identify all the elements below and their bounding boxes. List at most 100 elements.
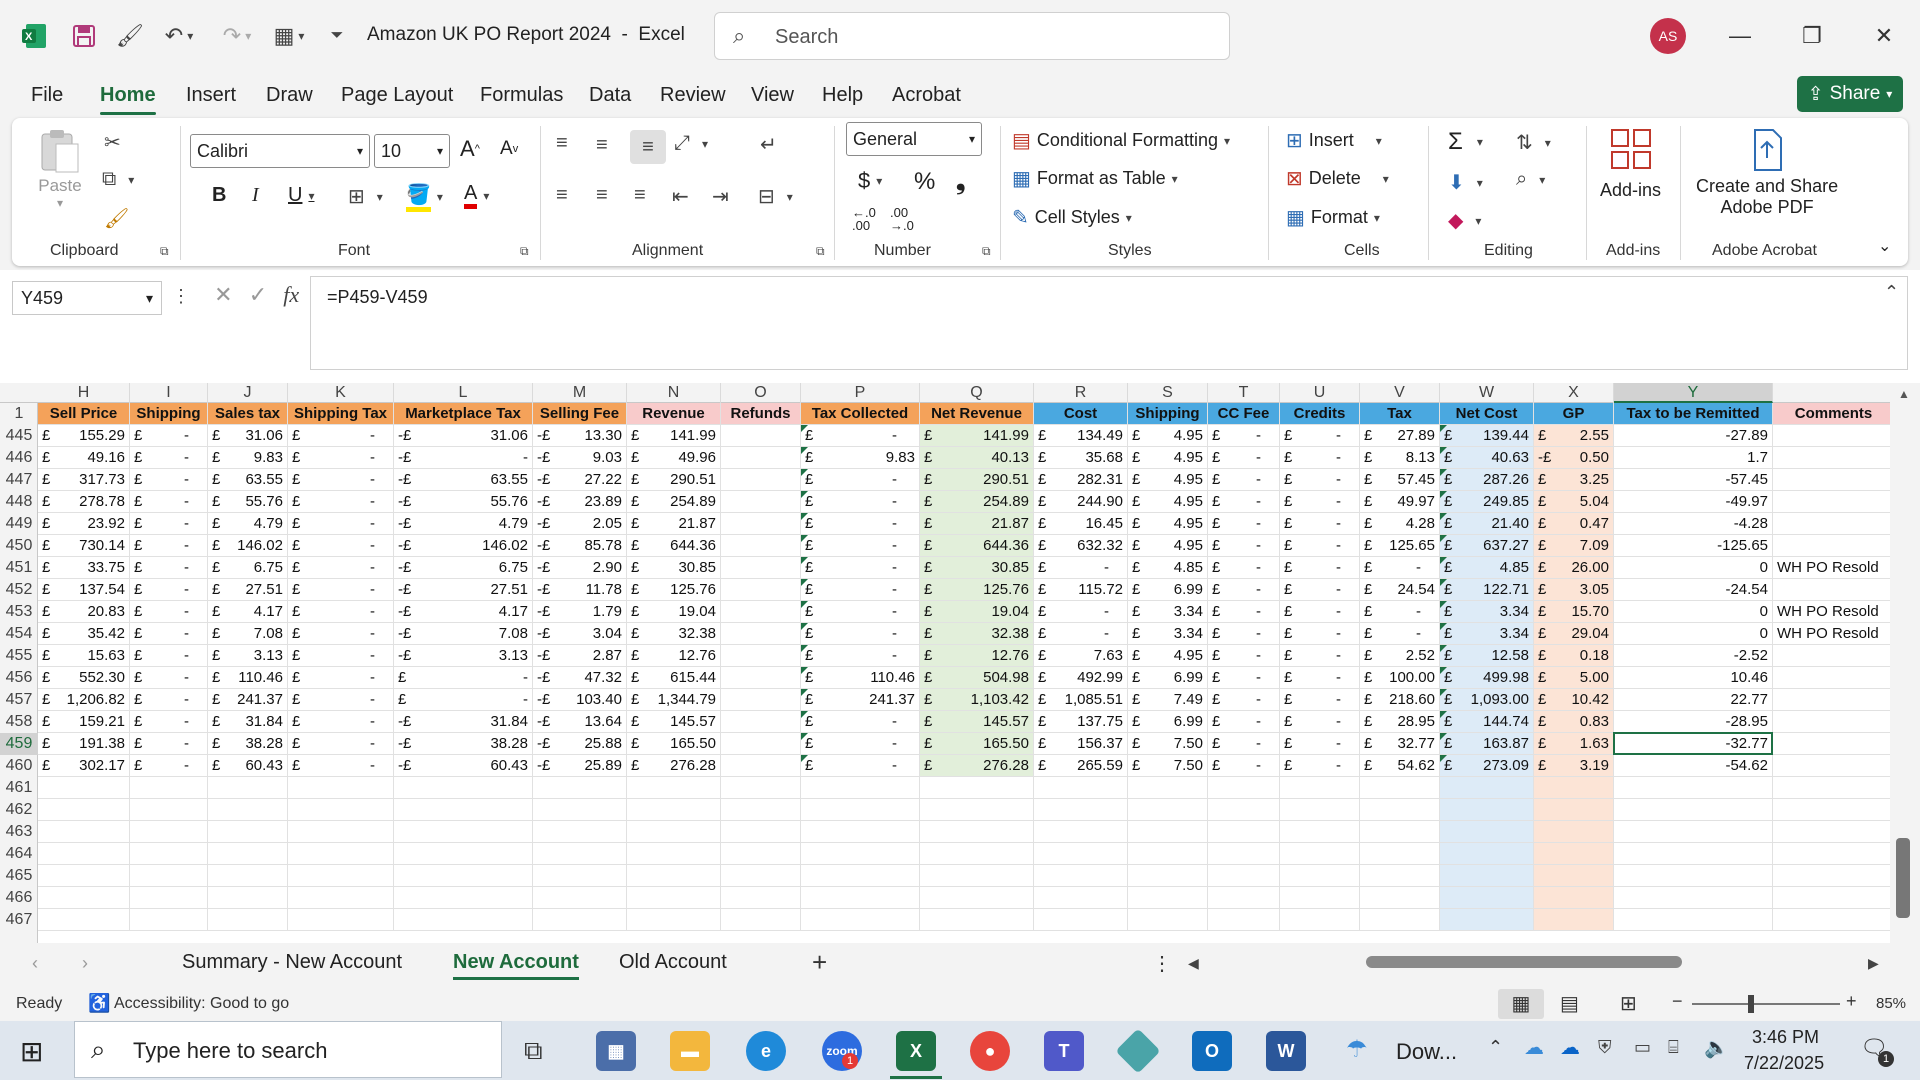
- cell[interactable]: £ -: [1280, 535, 1360, 557]
- cell[interactable]: [1773, 645, 1895, 667]
- cell[interactable]: WH PO Resold: [1773, 623, 1895, 645]
- format-painter-icon[interactable]: 🖌: [110, 18, 150, 54]
- cell[interactable]: £ -: [130, 601, 208, 623]
- cell[interactable]: £29.04: [1534, 623, 1614, 645]
- cell[interactable]: [721, 821, 801, 843]
- column-title[interactable]: Refunds: [721, 403, 801, 425]
- cell[interactable]: £ -: [801, 557, 920, 579]
- cell[interactable]: £1,093.00: [1440, 689, 1534, 711]
- cell[interactable]: [1773, 491, 1895, 513]
- cell[interactable]: £163.87: [1440, 733, 1534, 755]
- cell[interactable]: [1534, 821, 1614, 843]
- cell[interactable]: -£ 47.32: [533, 667, 627, 689]
- cell[interactable]: £ -: [1280, 601, 1360, 623]
- cell[interactable]: -£ 146.02: [394, 535, 533, 557]
- cell[interactable]: [1034, 799, 1128, 821]
- column-title[interactable]: Net Cost: [1440, 403, 1534, 425]
- cell[interactable]: [1773, 821, 1895, 843]
- cell[interactable]: [1128, 909, 1208, 931]
- row-header[interactable]: 461: [0, 777, 38, 799]
- cell[interactable]: -£ 4.17: [394, 601, 533, 623]
- cell[interactable]: -£ -: [394, 447, 533, 469]
- cell[interactable]: £32.77: [1360, 733, 1440, 755]
- windows-start-icon[interactable]: ⊞: [20, 1035, 43, 1068]
- cell[interactable]: [394, 843, 533, 865]
- row-header[interactable]: 460: [0, 755, 38, 777]
- cell[interactable]: [801, 799, 920, 821]
- cell[interactable]: [1128, 821, 1208, 843]
- cell[interactable]: [533, 821, 627, 843]
- cell[interactable]: [1773, 711, 1895, 733]
- cell[interactable]: [627, 843, 721, 865]
- cell[interactable]: £110.46: [801, 667, 920, 689]
- clear-icon[interactable]: ◆ ▾: [1448, 208, 1481, 233]
- cell[interactable]: £27.51: [208, 579, 288, 601]
- cell[interactable]: [1614, 777, 1773, 799]
- cell[interactable]: £5.00: [1534, 667, 1614, 689]
- add-ins-button[interactable]: Add-ins: [1600, 126, 1661, 201]
- fill-icon[interactable]: ⬇ ▾: [1448, 170, 1483, 195]
- calculator-icon[interactable]: ▦: [596, 1031, 636, 1071]
- cell[interactable]: [533, 909, 627, 931]
- cell[interactable]: [721, 601, 801, 623]
- column-header[interactable]: N: [627, 383, 721, 403]
- cell[interactable]: £6.99: [1128, 667, 1208, 689]
- worksheet-grid[interactable]: HIJKLMNOPQRSTUVWXY 1 445 446 447 448 449 450 45…: [0, 383, 1920, 943]
- cell[interactable]: £2.55: [1534, 425, 1614, 447]
- sheet-tab-summary[interactable]: Summary - New Account: [182, 951, 402, 974]
- increase-font-icon[interactable]: A ^: [460, 136, 480, 162]
- cell[interactable]: [721, 513, 801, 535]
- cell[interactable]: [721, 425, 801, 447]
- cell[interactable]: £4.95: [1128, 491, 1208, 513]
- cell[interactable]: £12.76: [920, 645, 1034, 667]
- copy-icon[interactable]: ⧉ ▾: [102, 168, 134, 191]
- cell[interactable]: [1773, 579, 1895, 601]
- cell[interactable]: £ -: [288, 755, 394, 777]
- cell[interactable]: £2.52: [1360, 645, 1440, 667]
- column-header[interactable]: L: [394, 383, 533, 403]
- cell[interactable]: £ -: [130, 579, 208, 601]
- cell[interactable]: £3.19: [1534, 755, 1614, 777]
- cell[interactable]: £49.97: [1360, 491, 1440, 513]
- cell[interactable]: -£ 11.78: [533, 579, 627, 601]
- cell[interactable]: [208, 777, 288, 799]
- cell[interactable]: 0: [1614, 601, 1773, 623]
- cell[interactable]: £273.09: [1440, 755, 1534, 777]
- collapse-ribbon-icon[interactable]: ⌄: [1878, 236, 1891, 256]
- decrease-indent-icon[interactable]: ⇤: [672, 184, 695, 209]
- cell[interactable]: £ -: [1208, 623, 1280, 645]
- page-break-view-icon[interactable]: ⊞: [1620, 991, 1637, 1016]
- cell[interactable]: £146.02: [208, 535, 288, 557]
- cell[interactable]: [1360, 887, 1440, 909]
- font-color-icon[interactable]: A ▾: [464, 182, 489, 209]
- cell[interactable]: [208, 865, 288, 887]
- cell[interactable]: £7.63: [1034, 645, 1128, 667]
- cell[interactable]: [1208, 843, 1280, 865]
- row-header[interactable]: 458: [0, 711, 38, 733]
- column-title[interactable]: Shipping: [130, 403, 208, 425]
- column-title[interactable]: Tax to be Remitted: [1614, 403, 1773, 425]
- cell[interactable]: [1360, 799, 1440, 821]
- cell[interactable]: -£ 13.30: [533, 425, 627, 447]
- cell[interactable]: £ -: [1208, 535, 1280, 557]
- cell[interactable]: £1.63: [1534, 733, 1614, 755]
- cell[interactable]: £4.95: [1128, 535, 1208, 557]
- cell[interactable]: -28.95: [1614, 711, 1773, 733]
- search-box[interactable]: ⌕ Search: [714, 12, 1230, 60]
- cell[interactable]: £20.83: [38, 601, 130, 623]
- cell[interactable]: £1,206.82: [38, 689, 130, 711]
- bold-button[interactable]: B: [212, 184, 226, 207]
- delete-cells-button[interactable]: ⊠ Delete ▾: [1286, 166, 1389, 191]
- row-header[interactable]: 1: [0, 403, 38, 425]
- cell[interactable]: [1614, 887, 1773, 909]
- cell[interactable]: £32.38: [627, 623, 721, 645]
- cell[interactable]: [1773, 513, 1895, 535]
- cell[interactable]: £35.68: [1034, 447, 1128, 469]
- column-title[interactable]: Comments: [1773, 403, 1895, 425]
- number-format-select[interactable]: General ▾: [846, 122, 982, 156]
- insert-function-icon[interactable]: fx: [283, 282, 299, 307]
- cell[interactable]: [1360, 821, 1440, 843]
- row-header[interactable]: 450: [0, 535, 38, 557]
- cell[interactable]: £ -: [130, 535, 208, 557]
- cell[interactable]: £159.21: [38, 711, 130, 733]
